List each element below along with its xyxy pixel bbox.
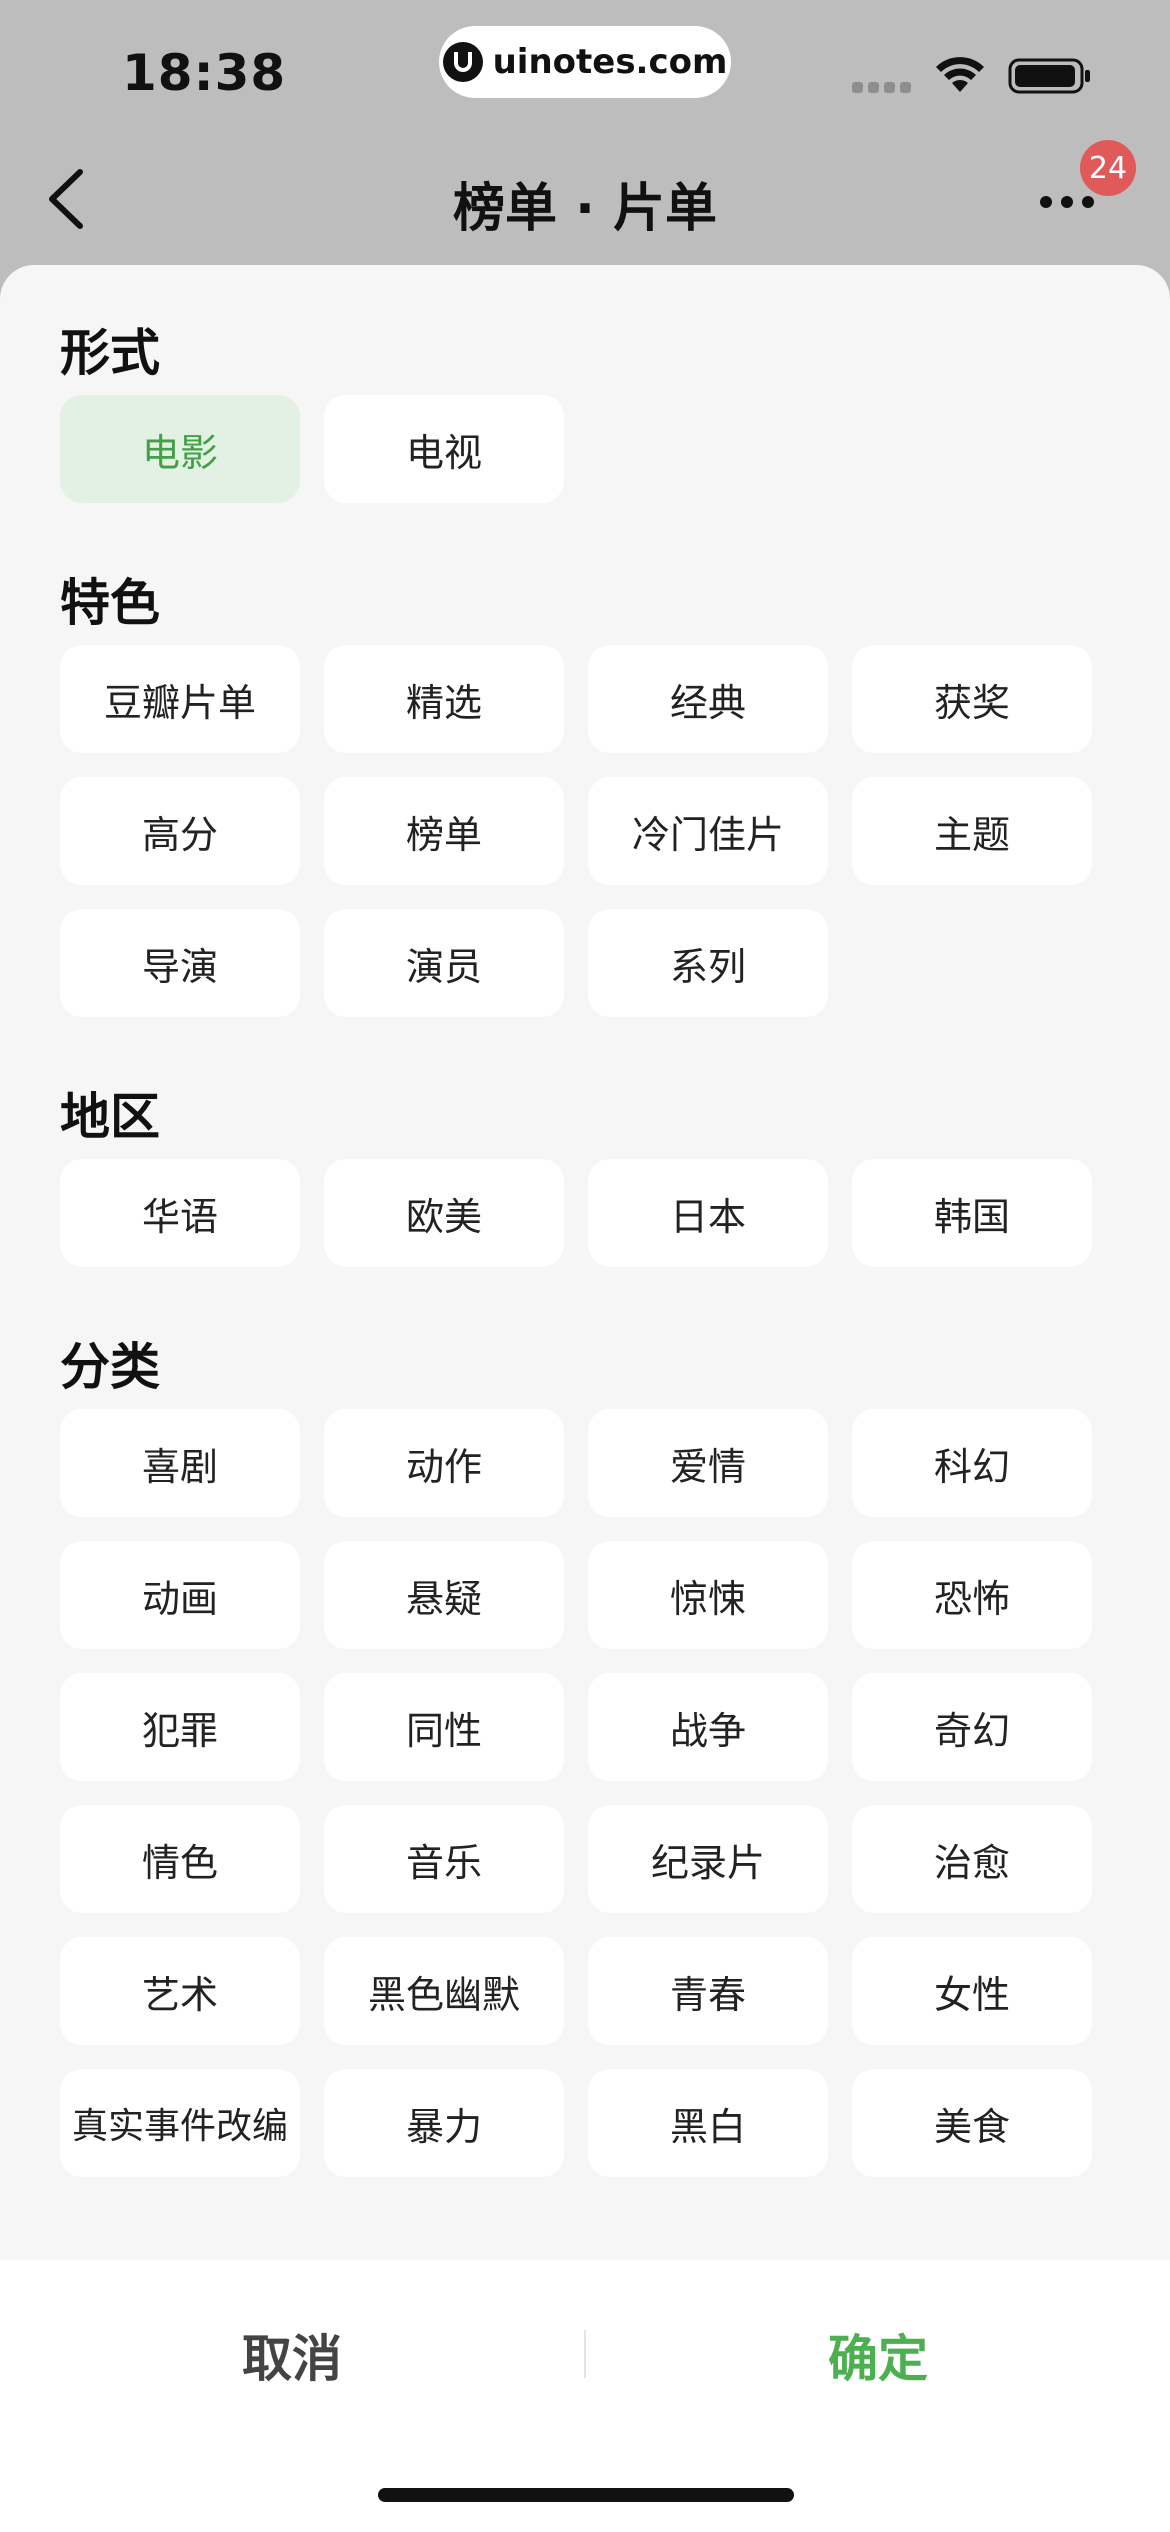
status-time: 18:38 [122, 44, 287, 102]
filter-chip[interactable]: 黑白 [588, 2069, 828, 2177]
section-title: 分类 [60, 1338, 160, 1396]
filter-sheet: 形式电影 电视特色豆瓣片单 精选 经典 获奖高分 榜单 冷门佳片 主题导演 演员 系列地区华语 欧美… [0, 265, 1170, 2532]
filter-chip[interactable]: 豆瓣片单 [60, 645, 300, 753]
filter-chip[interactable]: 惊悚 [588, 1541, 828, 1649]
filter-chip[interactable]: 榜单 [324, 777, 564, 885]
filter-chip[interactable]: 恐怖 [852, 1541, 1092, 1649]
section-title: 形式 [60, 324, 160, 382]
filter-chip[interactable]: 获奖 [852, 645, 1092, 753]
confirm-button[interactable]: 确定 [586, 2300, 1170, 2410]
filter-chip[interactable]: 经典 [588, 645, 828, 753]
filter-chip[interactable]: 演员 [324, 909, 564, 1017]
section-title: 特色 [60, 574, 160, 632]
home-indicator [378, 2488, 794, 2502]
filter-chip[interactable]: 欧美 [324, 1159, 564, 1267]
filter-chip[interactable]: 奇幻 [852, 1673, 1092, 1781]
filter-chip[interactable]: 爱情 [588, 1409, 828, 1517]
wifi-icon [936, 57, 984, 92]
filter-chip[interactable]: 黑色幽默 [324, 1937, 564, 2045]
filter-chip[interactable]: 犯罪 [60, 1673, 300, 1781]
status-bar: 18:38 uinotes.com [0, 0, 1170, 140]
screen: 18:38 uinotes.com 榜单 · 片单 24 形式电影 电视特色豆瓣片… [0, 0, 1170, 2532]
filter-chip[interactable]: 韩国 [852, 1159, 1092, 1267]
filter-chip[interactable]: 日本 [588, 1159, 828, 1267]
filter-chip[interactable]: 电影 [60, 395, 300, 503]
filter-chip[interactable]: 系列 [588, 909, 828, 1017]
filter-chip[interactable]: 华语 [60, 1159, 300, 1267]
filter-chip[interactable]: 同性 [324, 1673, 564, 1781]
filter-chip[interactable]: 美食 [852, 2069, 1092, 2177]
section-title: 地区 [60, 1088, 160, 1146]
filter-chip[interactable]: 冷门佳片 [588, 777, 828, 885]
action-bar: 取消 确定 [0, 2260, 1170, 2532]
filter-chip[interactable]: 动画 [60, 1541, 300, 1649]
cancel-button[interactable]: 取消 [0, 2300, 584, 2410]
filter-chip[interactable]: 艺术 [60, 1937, 300, 2045]
url-pill[interactable]: uinotes.com [439, 26, 731, 98]
filter-chip[interactable]: 电视 [324, 395, 564, 503]
filter-chip[interactable]: 青春 [588, 1937, 828, 2045]
filter-chip[interactable]: 喜剧 [60, 1409, 300, 1517]
filter-chip[interactable]: 高分 [60, 777, 300, 885]
filter-chip[interactable]: 治愈 [852, 1805, 1092, 1913]
filter-chip[interactable]: 真实事件改编 [60, 2069, 300, 2177]
nav-bar: 榜单 · 片单 [0, 140, 1170, 265]
filter-chip[interactable]: 女性 [852, 1937, 1092, 2045]
notification-badge: 24 [1080, 140, 1136, 196]
filter-chip[interactable]: 科幻 [852, 1409, 1092, 1517]
url-text: uinotes.com [492, 42, 728, 82]
page-title: 榜单 · 片单 [453, 179, 717, 239]
filter-chip[interactable]: 纪录片 [588, 1805, 828, 1913]
filter-chip[interactable]: 精选 [324, 645, 564, 753]
cellular-signal-icon [852, 82, 911, 93]
filter-chip[interactable]: 动作 [324, 1409, 564, 1517]
filter-chip[interactable]: 暴力 [324, 2069, 564, 2177]
filter-chip[interactable]: 悬疑 [324, 1541, 564, 1649]
battery-icon [1008, 58, 1090, 94]
site-logo-icon [442, 42, 483, 82]
filter-chip[interactable]: 情色 [60, 1805, 300, 1913]
filter-chip[interactable]: 音乐 [324, 1805, 564, 1913]
filter-chip[interactable]: 导演 [60, 909, 300, 1017]
filter-chip[interactable]: 主题 [852, 777, 1092, 885]
filter-chip[interactable]: 战争 [588, 1673, 828, 1781]
